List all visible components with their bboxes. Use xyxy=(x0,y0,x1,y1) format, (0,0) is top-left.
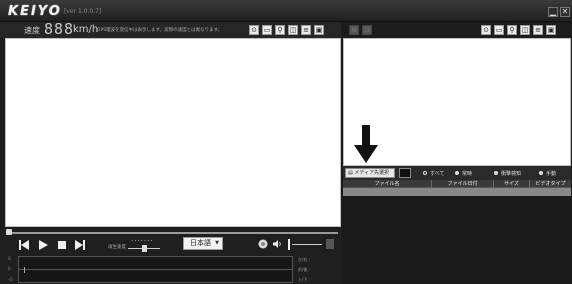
print-icon[interactable]: ≡ xyxy=(301,25,311,35)
snapshot-icon[interactable]: ⊙ xyxy=(481,25,491,35)
graph-cursor xyxy=(24,267,25,273)
graph-baseline xyxy=(19,269,292,270)
filter-all[interactable]: すべて xyxy=(423,170,444,177)
media-select-label: メディア先選択 xyxy=(354,170,389,176)
split-icon[interactable]: ◫ xyxy=(520,25,530,35)
filter-impact[interactable]: 衝撃検知 xyxy=(494,170,521,177)
playback-speed-ticks: ······· xyxy=(131,237,154,245)
save-icon[interactable]: ▭ xyxy=(494,25,504,35)
speed-note: GPS電波を受信中は表示します。実際の速度とは異なります。 xyxy=(97,28,223,33)
version-label: [ver 1.0.0.7] xyxy=(64,8,102,15)
map-tools-toolbar: ⊙ ▭ ⚲ ◫ ≡ ▣ xyxy=(481,25,556,35)
file-list[interactable] xyxy=(343,196,571,284)
g-up-down-label: 上/下 : xyxy=(298,277,310,282)
map-icon[interactable]: ⊕ xyxy=(349,25,359,35)
video-viewport[interactable] xyxy=(5,38,341,227)
map-view-icon[interactable]: ⊡ xyxy=(362,25,372,35)
save-icon[interactable]: ▭ xyxy=(262,25,272,35)
close-icon: ✕ xyxy=(561,7,569,16)
g-sensor-graph xyxy=(18,256,293,283)
filter-continuous[interactable]: 常時 xyxy=(455,170,472,177)
fullscreen-icon[interactable]: ▣ xyxy=(314,25,324,35)
file-panel-toolbar: ▤ メディア先選択 すべて 常時 衝撃検知 手動 xyxy=(343,166,571,180)
chevron-down-icon: ▼ xyxy=(215,240,219,246)
radio-icon xyxy=(494,171,498,175)
g-left-right-label: 左/右 : xyxy=(298,257,310,262)
minimize-button[interactable]: ▁ xyxy=(548,7,558,17)
volume-meter xyxy=(326,239,334,249)
playback-speed-label: 再生速度 xyxy=(108,245,126,250)
graph-y-label-mid: 0 xyxy=(8,266,11,271)
stop-icon[interactable] xyxy=(55,238,69,252)
radio-icon xyxy=(539,171,543,175)
down-arrow-icon xyxy=(354,125,378,163)
minimize-icon: ▁ xyxy=(549,7,557,16)
app-logo: KEIYO xyxy=(8,4,62,19)
g-front-back-label: 前/後 : xyxy=(298,267,310,272)
seek-bar[interactable] xyxy=(8,232,338,234)
map-toolbar: ⊕ ⊡ xyxy=(349,25,372,35)
video-toolbar: ⊙ ▭ ⚲ ◫ ≡ ▣ xyxy=(249,25,324,35)
zoom-icon[interactable]: ⚲ xyxy=(275,25,285,35)
globe-icon[interactable] xyxy=(258,239,268,249)
col-size[interactable]: サイズ xyxy=(493,180,529,188)
folder-icon: ▤ xyxy=(348,170,353,176)
volume-icon[interactable] xyxy=(272,239,282,249)
media-select-button[interactable]: ▤ メディア先選択 xyxy=(345,168,395,178)
file-table-header: ファイル名 ファイル日付 サイズ ビデオタイプ xyxy=(343,180,571,188)
speed-digits: 888 xyxy=(44,20,75,38)
language-value: 日本語 xyxy=(190,239,211,247)
seek-handle[interactable] xyxy=(6,229,12,235)
zoom-icon[interactable]: ⚲ xyxy=(507,25,517,35)
skip-next-icon[interactable] xyxy=(73,238,87,252)
close-button[interactable]: ✕ xyxy=(560,7,570,17)
speed-label: 速度 xyxy=(24,26,40,35)
split-icon[interactable]: ◫ xyxy=(288,25,298,35)
player-controls: 再生速度 ······· 日本語 ▼ G 0 -G 左/右 : 前/後 : 上/… xyxy=(0,228,341,284)
radio-icon xyxy=(423,171,427,175)
print-icon[interactable]: ≡ xyxy=(533,25,543,35)
play-icon[interactable] xyxy=(36,238,50,252)
graph-y-label-bottom: -G xyxy=(8,277,13,282)
table-row[interactable] xyxy=(343,188,571,196)
col-file-date[interactable]: ファイル日付 xyxy=(431,180,493,188)
col-video-type[interactable]: ビデオタイプ xyxy=(529,180,571,188)
graph-y-label-top: G xyxy=(8,256,12,261)
playback-speed-handle[interactable] xyxy=(142,245,147,252)
snapshot-icon[interactable]: ⊙ xyxy=(249,25,259,35)
speed-unit: km/h xyxy=(73,24,99,35)
radio-icon xyxy=(455,171,459,175)
col-filename[interactable]: ファイル名 xyxy=(343,180,431,188)
volume-handle[interactable] xyxy=(288,239,290,250)
media-path-box[interactable] xyxy=(399,168,411,178)
fullscreen-icon[interactable]: ▣ xyxy=(546,25,556,35)
title-bar: KEIYO [ver 1.0.0.7] ▁ ✕ xyxy=(0,0,572,22)
skip-previous-icon[interactable] xyxy=(17,238,31,252)
filter-manual[interactable]: 手動 xyxy=(539,170,556,177)
language-select[interactable]: 日本語 ▼ xyxy=(183,237,223,250)
volume-slider[interactable] xyxy=(292,244,322,245)
